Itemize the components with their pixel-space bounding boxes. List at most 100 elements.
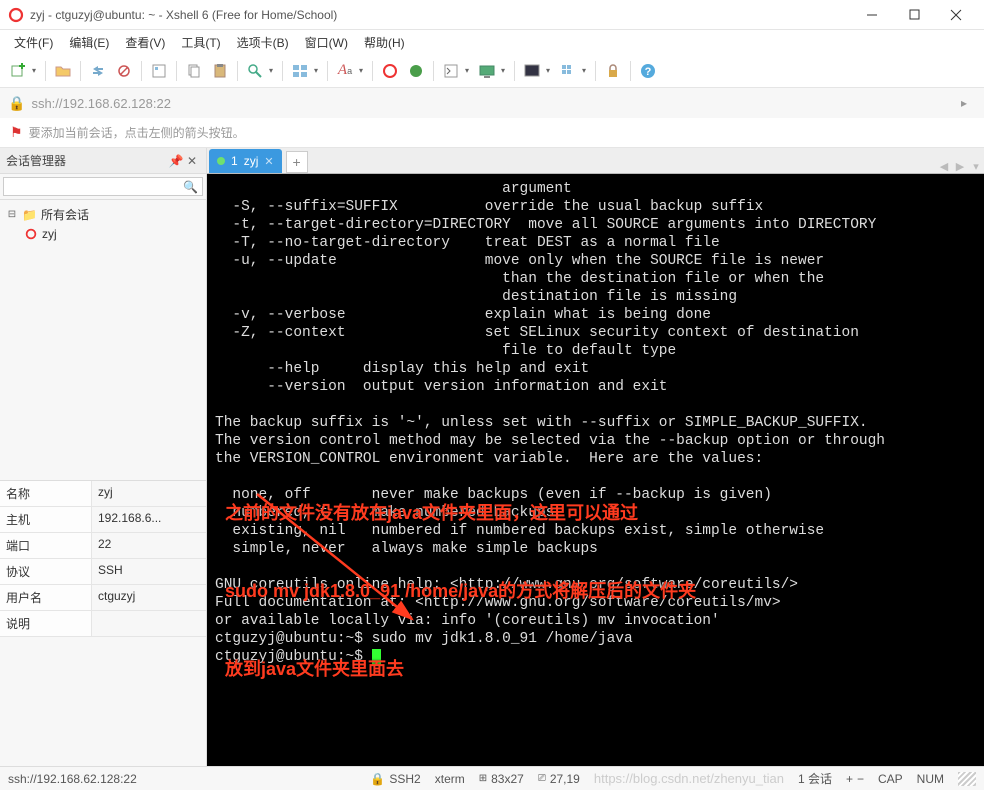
svg-text:?: ?: [645, 66, 652, 78]
status-sessions: 1 会话: [798, 770, 832, 787]
panel-header: 会话管理器 📌 ✕: [0, 148, 206, 174]
reconnect-button[interactable]: [86, 59, 110, 83]
prop-proto-value: SSH: [92, 559, 206, 584]
layout-button[interactable]: [288, 59, 312, 83]
menu-tools[interactable]: 工具(T): [173, 31, 228, 54]
app-icon: [8, 7, 24, 23]
status-cap: CAP: [878, 772, 903, 786]
tab-prev-icon[interactable]: ◀: [936, 160, 952, 173]
session-icon: [24, 227, 38, 241]
status-pos: 27,19: [550, 772, 580, 786]
dropdown-icon[interactable]: ▾: [465, 66, 473, 75]
new-session-button[interactable]: [6, 59, 30, 83]
properties-button[interactable]: [147, 59, 171, 83]
prop-port-value: 22: [92, 533, 206, 558]
tab-active[interactable]: 1 zyj ✕: [209, 149, 282, 173]
dropdown-icon[interactable]: ▾: [501, 66, 509, 75]
maximize-button[interactable]: [894, 1, 934, 29]
prop-name-value: zyj: [92, 481, 206, 506]
prop-proto-label: 协议: [0, 559, 92, 584]
minimize-button[interactable]: [852, 1, 892, 29]
disconnect-button[interactable]: [112, 59, 136, 83]
menu-window[interactable]: 窗口(W): [297, 31, 356, 54]
root-label: 所有会话: [41, 206, 89, 223]
session-item[interactable]: zyj: [2, 225, 204, 243]
open-folder-button[interactable]: [51, 59, 75, 83]
status-term: xterm: [435, 772, 465, 786]
copy-button[interactable]: [182, 59, 206, 83]
help-button[interactable]: ?: [636, 59, 660, 83]
tab-strip: 1 zyj ✕ + ◀ ▶ ▾: [207, 148, 984, 174]
menu-view[interactable]: 查看(V): [117, 31, 173, 54]
dropdown-icon[interactable]: ▾: [359, 66, 367, 75]
folder-icon: 📁: [22, 208, 37, 222]
dropdown-icon[interactable]: ▾: [269, 66, 277, 75]
address-bar: 🔒 ssh://192.168.62.128:22 ▸: [0, 88, 984, 118]
script-button[interactable]: [439, 59, 463, 83]
window-title: zyj - ctguzyj@ubuntu: ~ - Xshell 6 (Free…: [30, 8, 852, 22]
address-field[interactable]: ssh://192.168.62.128:22: [31, 96, 952, 111]
search-icon: 🔍: [183, 180, 198, 194]
session-label: zyj: [42, 227, 57, 241]
close-button[interactable]: [936, 1, 976, 29]
terminal-button[interactable]: [520, 59, 544, 83]
resize-grip-icon[interactable]: [958, 772, 976, 786]
tab-menu-icon[interactable]: ▾: [968, 160, 984, 173]
plus-icon[interactable]: +: [846, 772, 853, 786]
xftp-button[interactable]: [404, 59, 428, 83]
new-tab-button[interactable]: +: [286, 151, 308, 173]
prop-desc-label: 说明: [0, 611, 92, 636]
hint-bar: ⚑ 要添加当前会话，点击左侧的箭头按钮。: [0, 118, 984, 148]
prop-user-value: ctguzyj: [92, 585, 206, 610]
tree-root[interactable]: ⊟ 📁 所有会话: [2, 204, 204, 225]
session-manager-panel: 会话管理器 📌 ✕ 🔍 ⊟ 📁 所有会话 zyj 名称zyj 主机192.168…: [0, 148, 207, 766]
tab-label: zyj: [244, 154, 259, 168]
menubar: 文件(F) 编辑(E) 查看(V) 工具(T) 选项卡(B) 窗口(W) 帮助(…: [0, 30, 984, 54]
tab-index: 1: [231, 154, 238, 168]
menu-edit[interactable]: 编辑(E): [61, 31, 117, 54]
session-search: 🔍: [0, 174, 206, 200]
find-button[interactable]: [243, 59, 267, 83]
status-connection: ssh://192.168.62.128:22: [8, 772, 137, 786]
prop-port-label: 端口: [0, 533, 92, 558]
toolbar: ▾ ▾ ▾ Aa ▾ ▾ ▾ ▾ ▾ ?: [0, 54, 984, 88]
status-dot-icon: [217, 157, 225, 165]
color-button[interactable]: [378, 59, 402, 83]
tab-close-icon[interactable]: ✕: [264, 155, 273, 168]
screen-button[interactable]: [475, 59, 499, 83]
dropdown-icon[interactable]: ▾: [546, 66, 554, 75]
go-button[interactable]: ▸: [952, 96, 976, 110]
terminal-content: argument -S, --suffix=SUFFIX override th…: [215, 181, 885, 665]
prop-user-label: 用户名: [0, 585, 92, 610]
menu-tabs[interactable]: 选项卡(B): [229, 31, 297, 54]
font-button[interactable]: Aa: [333, 59, 357, 83]
status-size: 83x27: [491, 772, 524, 786]
search-input[interactable]: [3, 177, 203, 196]
prop-host-value: 192.168.6...: [92, 507, 206, 532]
watermark: https://blog.csdn.net/zhenyu_tian: [594, 771, 784, 786]
prop-desc-value: [92, 611, 206, 636]
panel-close-icon[interactable]: ✕: [184, 154, 200, 168]
panel-title: 会话管理器: [6, 152, 168, 169]
titlebar: zyj - ctguzyj@ubuntu: ~ - Xshell 6 (Free…: [0, 0, 984, 30]
pin-icon[interactable]: 📌: [168, 154, 184, 168]
terminal[interactable]: argument -S, --suffix=SUFFIX override th…: [207, 174, 984, 766]
keypad-button[interactable]: [556, 59, 580, 83]
tab-next-icon[interactable]: ▶: [952, 160, 968, 173]
lock-button[interactable]: [601, 59, 625, 83]
menu-help[interactable]: 帮助(H): [356, 31, 413, 54]
properties-grid: 名称zyj 主机192.168.6... 端口22 协议SSH 用户名ctguz…: [0, 480, 206, 637]
minus-icon[interactable]: −: [857, 772, 864, 786]
dropdown-icon[interactable]: ▾: [582, 66, 590, 75]
session-tree: ⊟ 📁 所有会话 zyj: [0, 200, 206, 480]
dropdown-icon[interactable]: ▾: [314, 66, 322, 75]
grid-icon: ⊞: [479, 773, 487, 784]
terminal-cursor: [372, 649, 381, 665]
collapse-icon[interactable]: ⊟: [6, 209, 18, 220]
lock-icon: 🔒: [370, 772, 385, 786]
status-num: NUM: [917, 772, 944, 786]
paste-button[interactable]: [208, 59, 232, 83]
menu-file[interactable]: 文件(F): [6, 31, 61, 54]
dropdown-icon[interactable]: ▾: [32, 66, 40, 75]
lock-icon: 🔒: [8, 95, 25, 112]
